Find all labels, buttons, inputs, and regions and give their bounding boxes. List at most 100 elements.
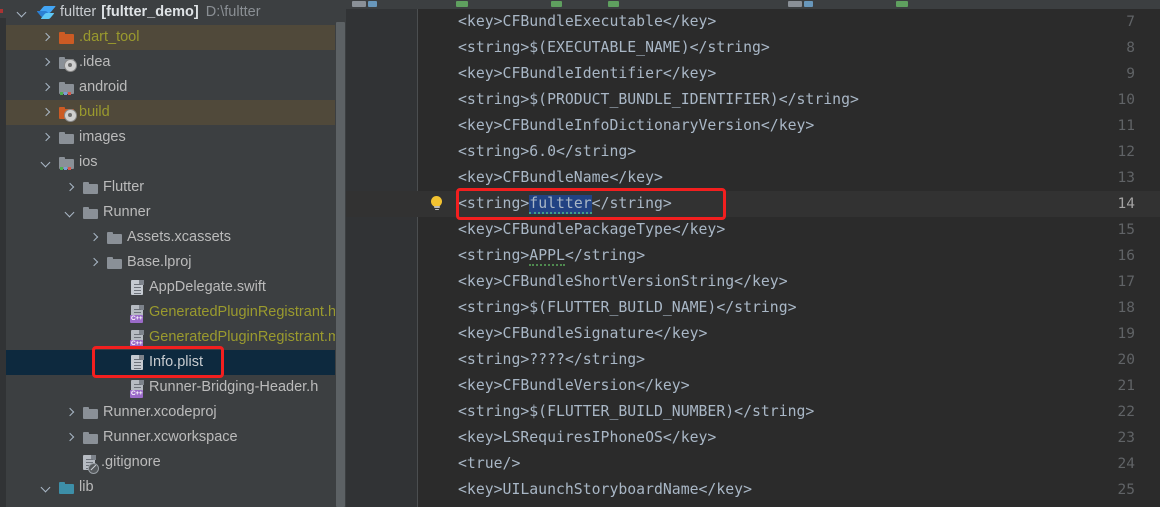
code-line[interactable]: <string>APPL</string> bbox=[418, 243, 1160, 269]
code-line[interactable]: <string>$(PRODUCT_BUNDLE_IDENTIFIER)</st… bbox=[418, 87, 1160, 113]
folder-orange-icon bbox=[59, 31, 74, 44]
tree-row[interactable]: images bbox=[6, 125, 335, 150]
tree-item-label: .idea bbox=[79, 54, 111, 70]
code-line[interactable]: <key>LSRequiresIPhoneOS</key> bbox=[418, 425, 1160, 451]
chevron-down-icon[interactable] bbox=[40, 481, 53, 494]
tree-row[interactable]: .idea bbox=[6, 50, 335, 75]
cpp-badge-icon: C++ bbox=[130, 389, 144, 398]
chevron-right-icon[interactable] bbox=[88, 231, 101, 244]
tree-row[interactable]: C++ GeneratedPluginRegistrant.m bbox=[6, 325, 335, 350]
tree-row-project-root[interactable]: fultter [fultter_demo] D:\fultter bbox=[6, 0, 335, 25]
tree-row[interactable]: .gitignore bbox=[6, 450, 335, 475]
folder-android-icon bbox=[59, 81, 74, 95]
code-line[interactable]: <key>CFBundleInfoDictionaryVersion</key> bbox=[418, 113, 1160, 139]
tree-row[interactable]: C++ Runner-Bridging-Header.h bbox=[6, 375, 335, 400]
code-line-text: <string>$(EXECUTABLE_NAME)</string> bbox=[458, 39, 770, 56]
tree-row[interactable]: ios bbox=[6, 150, 335, 175]
chevron-right-icon[interactable] bbox=[40, 131, 53, 144]
tree-row[interactable]: C++ GeneratedPluginRegistrant.h bbox=[6, 300, 335, 325]
folder-gray-icon bbox=[83, 181, 98, 194]
project-tree-panel[interactable]: fultter [fultter_demo] D:\fultter .dart_… bbox=[6, 0, 335, 507]
tree-item-label: GeneratedPluginRegistrant.h bbox=[149, 304, 335, 320]
module-swirl-icon bbox=[64, 58, 77, 72]
marker-tag bbox=[788, 1, 802, 7]
tree-row-list[interactable]: .dart_tool .idea android build images ios Flut… bbox=[6, 25, 335, 500]
code-token: </string> bbox=[591, 195, 672, 212]
code-line-text: <string>$(FLUTTER_BUILD_NAME)</string> bbox=[458, 299, 797, 316]
tree-item-label: Base.lproj bbox=[127, 254, 192, 270]
code-line[interactable]: <key>UILaunchStoryboardName</key> bbox=[418, 477, 1160, 503]
tree-row[interactable]: lib bbox=[6, 475, 335, 500]
tree-row[interactable]: android bbox=[6, 75, 335, 100]
code-line[interactable]: <string>fultter</string> bbox=[418, 191, 1160, 217]
edge-strip-marker bbox=[0, 9, 3, 13]
file-icon bbox=[131, 354, 144, 371]
code-content[interactable]: <key>CFBundleExecutable</key> <string>$(E… bbox=[418, 9, 1160, 507]
chevron-down-icon[interactable] bbox=[16, 6, 29, 19]
chevron-right-icon[interactable] bbox=[40, 106, 53, 119]
tree-item-label: Flutter bbox=[103, 179, 145, 195]
folder-orange-module-icon bbox=[59, 106, 77, 122]
android-dots-icon bbox=[60, 90, 74, 95]
code-line[interactable]: <string>$(FLUTTER_BUILD_NUMBER)</string> bbox=[418, 399, 1160, 425]
tree-row[interactable]: Flutter bbox=[6, 175, 335, 200]
ignored-badge-icon bbox=[88, 462, 99, 474]
project-name: fultter bbox=[60, 4, 97, 20]
code-line[interactable]: <true/> bbox=[418, 451, 1160, 477]
marker-text bbox=[456, 1, 468, 7]
tree-row[interactable]: AppDelegate.swift bbox=[6, 275, 335, 300]
code-line[interactable]: <key>CFBundleVersion</key> bbox=[418, 373, 1160, 399]
code-line[interactable]: <string>$(FLUTTER_BUILD_NAME)</string> bbox=[418, 295, 1160, 321]
folder-gray-icon bbox=[107, 231, 122, 244]
tree-item-label: Assets.xcassets bbox=[127, 229, 231, 245]
editor-gutter[interactable] bbox=[346, 9, 417, 507]
file-cpp-icon: C++ bbox=[130, 329, 144, 348]
code-line[interactable]: <string>????</string> bbox=[418, 347, 1160, 373]
tree-item-label: build bbox=[79, 104, 110, 120]
lightbulb-icon[interactable] bbox=[430, 196, 443, 211]
code-line[interactable]: <key>CFBundleIdentifier</key> bbox=[418, 61, 1160, 87]
tree-item-label: .dart_tool bbox=[79, 29, 140, 45]
code-line[interactable]: <key>CFBundlePackageType</key> bbox=[418, 217, 1160, 243]
code-editor[interactable]: 7 8 9 10 11 12 13 14 15 16 17 18 19 20 21 22 23 24 25 <key… bbox=[346, 0, 1160, 507]
cpp-badge-icon: C++ bbox=[130, 339, 144, 348]
code-line[interactable]: <string>$(EXECUTABLE_NAME)</string> bbox=[418, 35, 1160, 61]
tree-item-label: .gitignore bbox=[101, 454, 161, 470]
module-swirl-icon bbox=[64, 108, 77, 122]
file-cpp-icon: C++ bbox=[130, 304, 144, 323]
chevron-right-icon[interactable] bbox=[64, 431, 77, 444]
marker-tag bbox=[352, 1, 366, 7]
tree-scrollbar[interactable] bbox=[335, 0, 346, 507]
tree-row[interactable]: .dart_tool bbox=[6, 25, 335, 50]
chevron-down-icon[interactable] bbox=[40, 156, 53, 169]
tree-row[interactable]: build bbox=[6, 100, 335, 125]
tree-scrollbar-thumb[interactable] bbox=[336, 22, 345, 507]
code-line[interactable]: <key>CFBundleSignature</key> bbox=[418, 321, 1160, 347]
tree-row[interactable]: Info.plist bbox=[6, 350, 335, 375]
chevron-right-icon[interactable] bbox=[40, 31, 53, 44]
tree-row[interactable]: Runner.xcodeproj bbox=[6, 400, 335, 425]
code-line[interactable]: <key>CFBundleShortVersionString</key> bbox=[418, 269, 1160, 295]
chevron-right-icon[interactable] bbox=[88, 256, 101, 269]
code-line-text: <string>APPL</string> bbox=[418, 243, 645, 269]
chevron-right-icon[interactable] bbox=[40, 81, 53, 94]
tree-item-label: Runner.xcworkspace bbox=[103, 429, 238, 445]
tree-row[interactable]: Assets.xcassets bbox=[6, 225, 335, 250]
chevron-right-icon[interactable] bbox=[64, 181, 77, 194]
chevron-right-icon[interactable] bbox=[40, 56, 53, 69]
tree-row[interactable]: Runner.xcworkspace bbox=[6, 425, 335, 450]
code-line[interactable]: <key>CFBundleName</key> bbox=[418, 165, 1160, 191]
folder-gray-icon bbox=[59, 131, 74, 144]
chevron-down-icon[interactable] bbox=[64, 206, 77, 219]
code-line-text: <key>CFBundleName</key> bbox=[458, 169, 663, 186]
tree-row[interactable]: Runner bbox=[6, 200, 335, 225]
code-line[interactable]: <key>CFBundleExecutable</key> bbox=[418, 9, 1160, 35]
code-line[interactable]: <string>6.0</string> bbox=[418, 139, 1160, 165]
code-line-text: <key>CFBundleVersion</key> bbox=[458, 377, 690, 394]
marker-text bbox=[896, 1, 908, 7]
tree-row[interactable]: Base.lproj bbox=[6, 250, 335, 275]
chevron-right-icon[interactable] bbox=[64, 406, 77, 419]
structure-marker-bar[interactable] bbox=[346, 0, 1160, 9]
